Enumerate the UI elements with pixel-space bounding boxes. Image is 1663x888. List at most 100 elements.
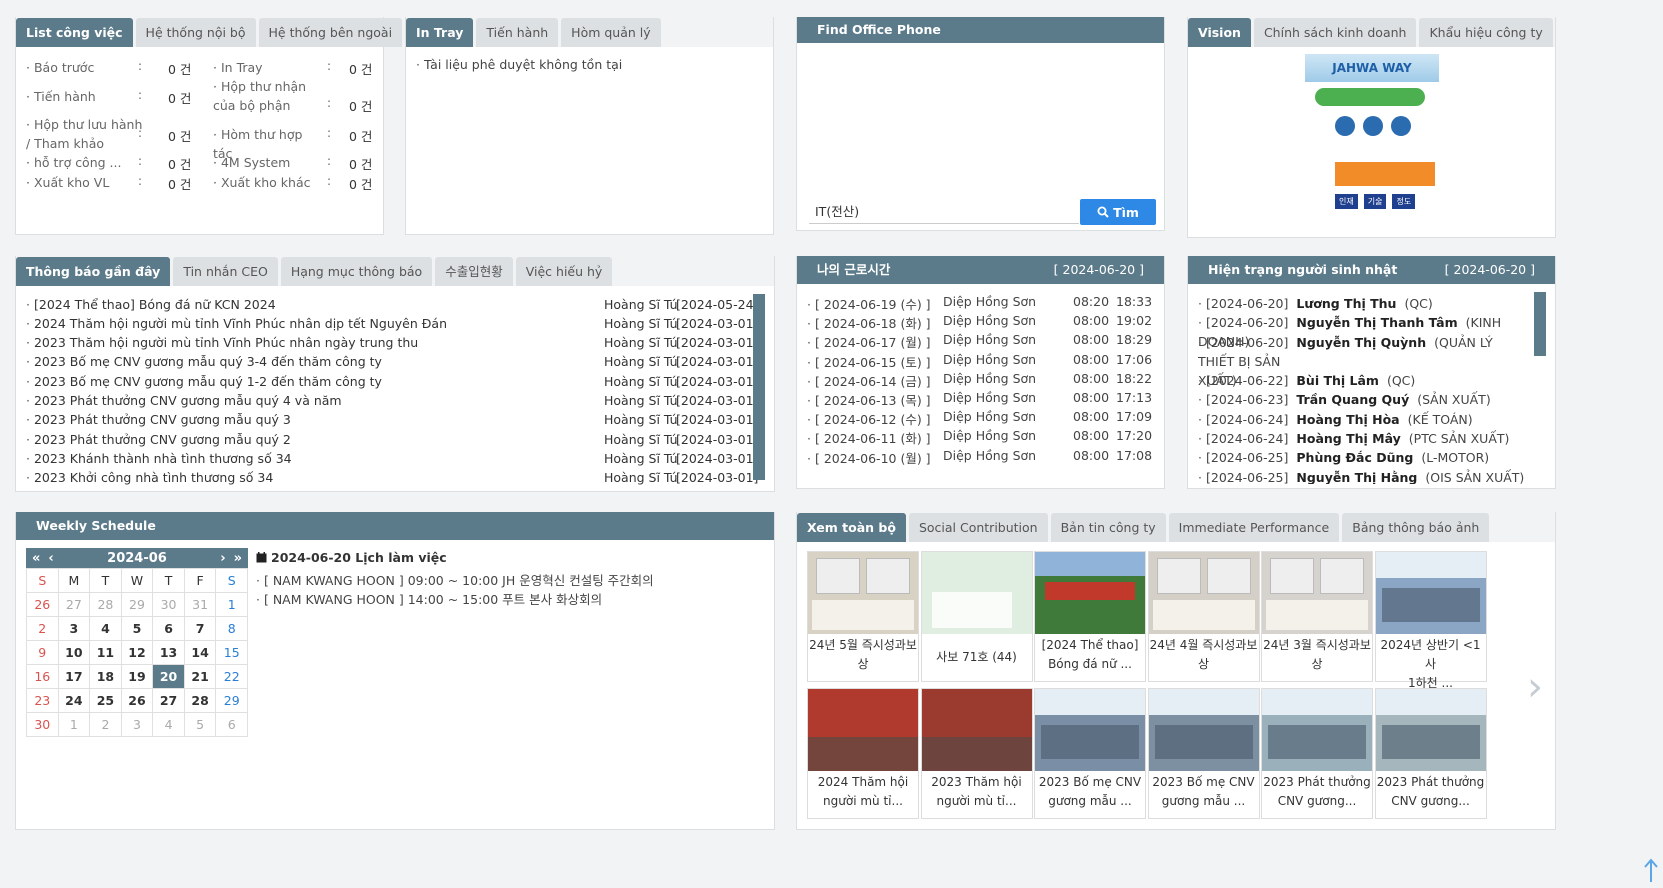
gallery-item[interactable]: 24년 3월 즉시성과보 상: [1261, 551, 1373, 682]
calendar-day[interactable]: 25: [90, 689, 122, 713]
notice-row[interactable]: 2023 Bố mẹ CNV gương mẫu quý 1-2 đến thă…: [26, 371, 758, 391]
calendar-day[interactable]: 9: [27, 641, 59, 665]
tab-social-contribution[interactable]: Social Contribution: [908, 513, 1048, 542]
birthday-row[interactable]: [2024-06-20] Lương Thị Thu (QC): [1198, 294, 1528, 313]
tab-view-all[interactable]: Xem toàn bộ: [797, 513, 906, 542]
notice-title[interactable]: 2023 Phát thưởng CNV gương mẫu quý 3: [26, 412, 604, 427]
calendar-day[interactable]: 23: [27, 689, 59, 713]
calendar-day[interactable]: 2: [27, 617, 59, 641]
tab-import-export[interactable]: 수출입현황: [435, 257, 513, 286]
notice-row[interactable]: 2023 Bố mẹ CNV gương mẫu quý 3-4 đến thă…: [26, 352, 758, 372]
stat-label[interactable]: Tiến hành: [26, 87, 144, 106]
stat-label[interactable]: Báo trước: [26, 58, 144, 77]
notice-row[interactable]: [2024 Thể thao] Bóng đá nữ KCN 2024Hoàng…: [26, 294, 758, 314]
calendar-day[interactable]: 24: [58, 689, 91, 713]
gallery-item[interactable]: 2023 Bố mẹ CNV gương mẫu ...: [1147, 688, 1260, 819]
notice-title[interactable]: [2024 Thể thao] Bóng đá nữ KCN 2024: [26, 297, 604, 312]
calendar-day[interactable]: 6: [153, 617, 185, 641]
phone-search-field[interactable]: IT(전산): [809, 200, 1079, 224]
stat-label[interactable]: 4M System: [213, 153, 325, 172]
calendar-day[interactable]: 4: [90, 617, 122, 641]
calendar-day[interactable]: 28: [184, 689, 217, 713]
tab-internal-system[interactable]: Hệ thống nội bộ: [135, 18, 256, 47]
birthday-row[interactable]: [2024-06-25] Phùng Đắc Dũng (L-MOTOR): [1198, 448, 1528, 467]
gallery-item[interactable]: 사보 71호 (44): [920, 551, 1033, 682]
calendar-day[interactable]: 21: [184, 665, 217, 689]
calendar-day[interactable]: 15: [216, 641, 248, 665]
calendar-day[interactable]: 3: [58, 617, 91, 641]
calendar-day[interactable]: 29: [216, 689, 248, 713]
notice-row[interactable]: 2023 Phát thưởng CNV gương mẫu quý 3Hoàn…: [26, 410, 758, 430]
calendar-day[interactable]: 3: [121, 713, 154, 737]
calendar-day[interactable]: 12: [121, 641, 154, 665]
notice-title[interactable]: 2024 Thăm hội người mù tỉnh Vĩnh Phúc nh…: [26, 316, 604, 331]
gallery-item[interactable]: 2023 Phát thưởng CNV gương...: [1261, 688, 1373, 819]
notice-title[interactable]: 2023 Khởi công nhà tình thương số 34: [26, 470, 604, 485]
stat-value[interactable]: 0 건: [349, 126, 372, 145]
gallery-item[interactable]: 2024년 상반기 <1사 1하천 ...: [1374, 551, 1487, 690]
notice-row[interactable]: 2023 Phát thưởng CNV gương mẫu quý 2Hoàn…: [26, 429, 758, 449]
tab-business-policy[interactable]: Chính sách kinh doanh: [1253, 18, 1417, 47]
notice-row[interactable]: 2023 Khởi công nhà tình thương số 34Hoàn…: [26, 468, 758, 485]
calendar-day[interactable]: 10: [58, 641, 91, 665]
gallery-next-icon[interactable]: ›: [1527, 667, 1543, 707]
tab-notice-category[interactable]: Hạng mục thông báo: [280, 257, 433, 286]
tab-photo-board[interactable]: Bảng thông báo ảnh: [1342, 513, 1490, 542]
gallery-item[interactable]: 2023 Phát thưởng CNV gương...: [1374, 688, 1487, 819]
notice-title[interactable]: 2023 Phát thưởng CNV gương mẫu quý 4 và …: [26, 393, 604, 408]
next-month-icon[interactable]: ›: [220, 551, 225, 566]
birthday-row[interactable]: [2024-06-24] Hoàng Thị Mây (PTC SẢN XUẤT): [1198, 429, 1528, 448]
calendar-day[interactable]: 2: [90, 713, 122, 737]
calendar-day[interactable]: 26: [27, 593, 59, 617]
calendar-day[interactable]: 27: [58, 593, 91, 617]
notice-row[interactable]: 2023 Thăm hội người mù tỉnh Vĩnh Phúc nh…: [26, 333, 758, 353]
calendar-day[interactable]: 1: [216, 593, 248, 617]
notice-row[interactable]: 2023 Khánh thành nhà tình thương số 34Ho…: [26, 448, 758, 468]
stat-label[interactable]: Hộp thư lưu hành / Tham khảo: [26, 115, 144, 153]
calendar-day[interactable]: 18: [90, 665, 122, 689]
calendar-day[interactable]: 22: [216, 665, 248, 689]
stat-label[interactable]: In Tray: [213, 58, 325, 77]
calendar-day[interactable]: 20: [153, 665, 185, 689]
prev-year-icon[interactable]: «: [32, 551, 40, 566]
tab-in-tray[interactable]: In Tray: [406, 18, 474, 47]
schedule-event[interactable]: [ NAM KWANG HOON ] 14:00 ~ 15:00 푸트 본사 화…: [256, 589, 602, 608]
tab-company-slogan[interactable]: Khẩu hiệu công ty: [1419, 18, 1553, 47]
gallery-item[interactable]: [2024 Thể thao] Bóng đá nữ ...: [1034, 551, 1146, 682]
notice-title[interactable]: 2023 Bố mẹ CNV gương mẫu quý 3-4 đến thă…: [26, 354, 604, 369]
birthday-row[interactable]: [2024-06-23] Trần Quang Quý (SẢN XUẤT): [1198, 390, 1528, 409]
notice-row[interactable]: 2024 Thăm hội người mù tỉnh Vĩnh Phúc nh…: [26, 313, 758, 333]
calendar-day[interactable]: 19: [121, 665, 154, 689]
stat-label[interactable]: Xuất kho VL: [26, 173, 144, 192]
notice-title[interactable]: 2023 Thăm hội người mù tỉnh Vĩnh Phúc nh…: [26, 335, 604, 350]
calendar-day[interactable]: 30: [27, 713, 59, 737]
birthday-row[interactable]: [2024-06-24] Hoàng Thị Hòa (KẾ TOÁN): [1198, 410, 1528, 429]
tab-vision[interactable]: Vision: [1188, 18, 1251, 47]
calendar-day[interactable]: 29: [121, 593, 154, 617]
tab-company-news[interactable]: Bản tin công ty: [1050, 513, 1166, 542]
calendar-day[interactable]: 1: [58, 713, 91, 737]
calendar-day[interactable]: 6: [216, 713, 248, 737]
calendar-day[interactable]: 5: [184, 713, 217, 737]
stat-label[interactable]: Hộp thư nhận của bộ phận: [213, 77, 325, 115]
calendar-day[interactable]: 27: [153, 689, 185, 713]
gallery-item[interactable]: 2023 Thăm hội người mù tỉ...: [920, 688, 1033, 819]
birthday-scrollbar[interactable]: [1534, 292, 1546, 356]
notice-scrollbar[interactable]: [753, 294, 765, 480]
tab-external-system[interactable]: Hệ thống bên ngoài: [258, 18, 403, 47]
stat-value[interactable]: 0 건: [168, 59, 191, 78]
notice-title[interactable]: 2023 Phát thưởng CNV gương mẫu quý 2: [26, 432, 604, 447]
tab-recent-notices[interactable]: Thông báo gần đây: [16, 257, 171, 286]
stat-value[interactable]: 0 건: [168, 174, 191, 193]
calendar-day[interactable]: 26: [121, 689, 154, 713]
calendar-day[interactable]: 4: [153, 713, 185, 737]
stat-value[interactable]: 0 건: [168, 88, 191, 107]
calendar-day[interactable]: 14: [184, 641, 217, 665]
calendar-day[interactable]: 7: [184, 617, 217, 641]
next-year-icon[interactable]: »: [234, 551, 242, 566]
birthday-row[interactable]: [2024-06-22] Bùi Thị Lâm (QC): [1198, 371, 1528, 390]
tab-in-progress[interactable]: Tiến hành: [476, 18, 559, 47]
calendar-day[interactable]: 11: [90, 641, 122, 665]
calendar-day[interactable]: 31: [184, 593, 217, 617]
notice-row[interactable]: 2023 Phát thưởng CNV gương mẫu quý 4 và …: [26, 391, 758, 411]
